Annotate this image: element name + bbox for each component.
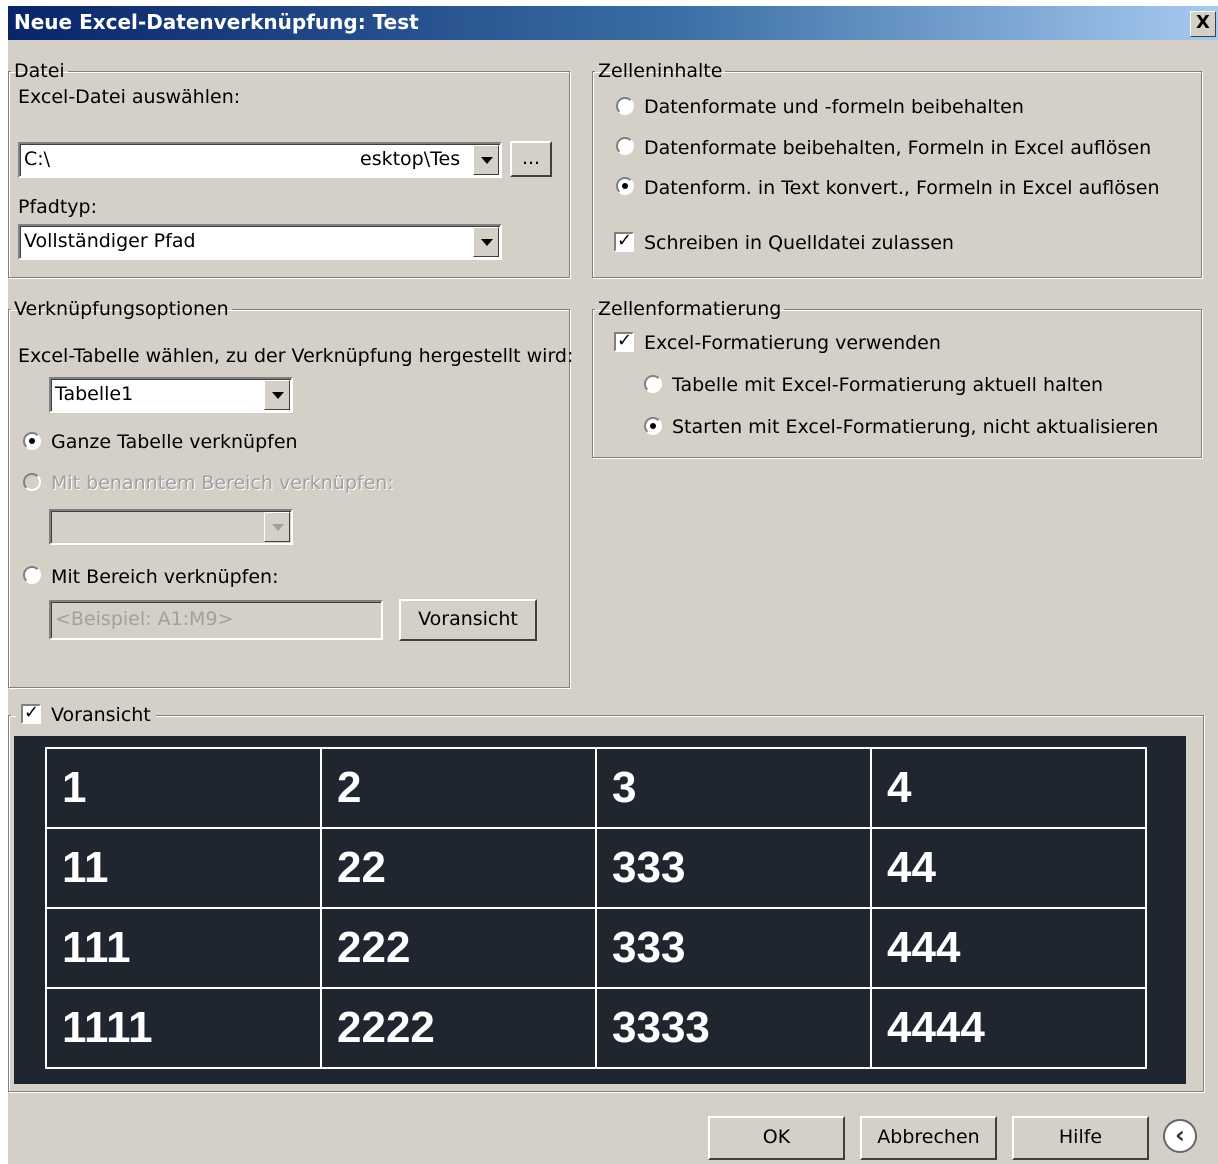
radio-range[interactable] [23, 566, 41, 584]
help-button[interactable]: Hilfe [1012, 1116, 1149, 1160]
radio-label: Datenformate und -formeln beibehalten [644, 96, 1024, 118]
radio-start-no-update[interactable] [644, 417, 662, 435]
range-label: Mit Bereich verknüpfen: [51, 566, 279, 588]
whole-table-label: Ganze Tabelle verknüpfen [51, 431, 298, 453]
table-row: 11 22 333 44 [45, 827, 1147, 909]
close-icon: X [1196, 12, 1210, 33]
browse-button[interactable]: ... [510, 141, 552, 177]
radio-keep-formats-formulas[interactable] [616, 97, 634, 115]
radio-label: Datenformate beibehalten, Formeln in Exc… [644, 137, 1152, 159]
radio-label: Datenform. in Text konvert., Formeln in … [644, 177, 1160, 199]
range-placeholder: <Beispiel: A1:M9> [55, 608, 234, 630]
table-row: 1111 2222 3333 4444 [45, 987, 1147, 1069]
preview-area: 1 2 3 4 11 22 333 44 111 222 333 444 1111 2222 3333 444… [14, 736, 1186, 1084]
radio-named-range[interactable] [23, 473, 41, 491]
radio-whole-table[interactable] [23, 432, 41, 450]
table-value: Tabelle1 [55, 383, 134, 405]
voransicht-button[interactable]: Voransicht [399, 599, 537, 641]
use-excel-format-label: Excel-Formatierung verwenden [644, 332, 941, 354]
file-path-end: esktop\Tes [360, 148, 461, 170]
table-row: 111 222 333 444 [45, 907, 1147, 989]
window-title: Neue Excel-Datenverknüpfung: Test [14, 10, 419, 34]
pfadtyp-value: Vollständiger Pfad [24, 230, 196, 252]
chevron-down-icon[interactable] [264, 512, 290, 542]
pfadtyp-dropdown[interactable]: Vollständiger Pfad [18, 224, 502, 260]
preview-table: 1 2 3 4 11 22 333 44 111 222 333 444 1111 2222 3333 444… [45, 747, 1147, 1069]
chevron-down-icon[interactable] [264, 380, 290, 410]
cancel-button[interactable]: Abbrechen [860, 1116, 997, 1160]
chevron-down-icon[interactable] [473, 227, 499, 257]
named-range-label: Mit benanntem Bereich verknüpfen: [51, 472, 394, 494]
range-input[interactable]: <Beispiel: A1:M9> [49, 600, 383, 640]
pfadtyp-label: Pfadtyp: [18, 196, 98, 218]
file-path-start: C:\ [24, 148, 51, 170]
chevron-down-icon[interactable] [473, 145, 499, 175]
excel-file-label: Excel-Datei auswählen: [18, 86, 241, 108]
table-cell: 3 [595, 747, 872, 829]
radio-keep-formats-resolve[interactable] [616, 137, 634, 155]
table-cell: 44 [870, 827, 1147, 909]
radio-keep-current[interactable] [644, 375, 662, 393]
table-dropdown[interactable]: Tabelle1 [49, 377, 293, 413]
use-excel-format-checkbox[interactable] [614, 330, 634, 352]
table-select-label: Excel-Tabelle wählen, zu der Verknüpfung… [18, 345, 574, 367]
table-cell: 2222 [320, 987, 597, 1069]
excel-file-path-dropdown[interactable]: C:\ esktop\Tes [18, 142, 502, 178]
start-no-update-label: Starten mit Excel-Formatierung, nicht ak… [672, 416, 1159, 438]
named-range-dropdown[interactable] [49, 509, 293, 545]
table-cell: 444 [870, 907, 1147, 989]
table-cell: 1 [45, 747, 322, 829]
table-cell: 111 [45, 907, 322, 989]
table-cell: 4444 [870, 987, 1147, 1069]
table-cell: 3333 [595, 987, 872, 1069]
close-button[interactable]: X [1190, 11, 1216, 37]
verknuepfung-legend: Verknüpfungsoptionen [14, 298, 229, 320]
ok-button[interactable]: OK [708, 1116, 845, 1160]
table-row: 1234 [45, 747, 1147, 829]
zelleninhalte-legend: Zelleninhalte [598, 60, 723, 82]
voransicht-label: Voransicht [51, 704, 151, 726]
table-cell: 222 [320, 907, 597, 989]
table-cell: 1111 [45, 987, 322, 1069]
radio-convert-text[interactable] [616, 177, 634, 195]
table-cell: 333 [595, 827, 872, 909]
chevron-left-circle-icon[interactable]: ‹ [1163, 1119, 1197, 1153]
write-source-label: Schreiben in Quelldatei zulassen [644, 232, 954, 254]
table-cell: 333 [595, 907, 872, 989]
zellenformatierung-legend: Zellenformatierung [598, 298, 782, 320]
title-bar[interactable]: Neue Excel-Datenverknüpfung: Test X [8, 6, 1218, 40]
table-cell: 11 [45, 827, 322, 909]
voransicht-checkbox[interactable] [21, 702, 41, 724]
datei-legend: Datei [14, 60, 65, 82]
keep-current-label: Tabelle mit Excel-Formatierung aktuell h… [672, 374, 1104, 396]
table-cell: 22 [320, 827, 597, 909]
table-cell: 2 [320, 747, 597, 829]
table-cell: 4 [870, 747, 1147, 829]
write-source-checkbox[interactable] [614, 230, 634, 252]
